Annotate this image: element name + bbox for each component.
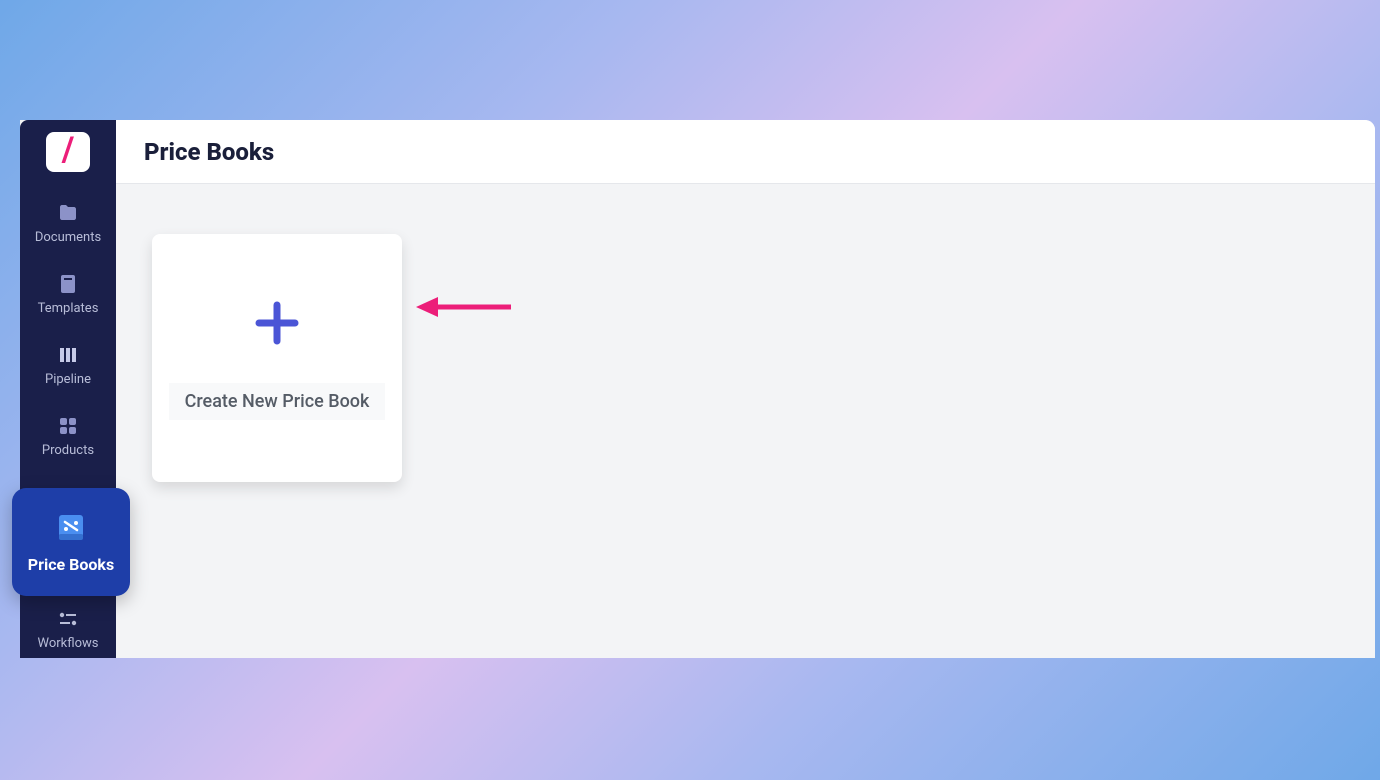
sidebar-item-templates[interactable]: Templates (28, 273, 108, 316)
page-header: Price Books (116, 120, 1375, 184)
create-price-book-card[interactable]: Create New Price Book (152, 234, 402, 482)
slash-icon: / (62, 130, 75, 170)
price-book-icon (54, 511, 88, 545)
sidebar-item-label: Documents (35, 230, 101, 245)
sidebar-item-products[interactable]: Products (28, 415, 108, 458)
app-logo[interactable]: / (46, 132, 90, 172)
sidebar-item-label: Products (42, 443, 94, 458)
sidebar-item-label: Pipeline (45, 372, 91, 387)
sidebar-item-workflows[interactable]: Workflows (28, 608, 108, 651)
plus-icon (251, 297, 303, 353)
template-icon (57, 273, 79, 295)
sidebar-item-pipeline[interactable]: Pipeline (28, 344, 108, 387)
annotation-arrow-icon (416, 292, 516, 326)
grid-icon (57, 415, 79, 437)
folder-icon (57, 202, 79, 224)
sidebar: / Documents Templates Pipeline Products (20, 120, 116, 658)
sidebar-item-label: Templates (38, 301, 99, 316)
workflow-icon (57, 608, 79, 630)
pipeline-icon (57, 344, 79, 366)
sidebar-item-price-books[interactable]: Price Books (12, 488, 130, 596)
create-card-label: Create New Price Book (169, 383, 386, 420)
sidebar-item-label: Workflows (37, 636, 98, 651)
sidebar-item-label: Price Books (28, 555, 114, 574)
content-area: Create New Price Book (116, 184, 1375, 658)
main-panel: Price Books Create New Price Book (116, 120, 1375, 658)
sidebar-item-documents[interactable]: Documents (28, 202, 108, 245)
app-window: / Documents Templates Pipeline Products (20, 120, 1375, 658)
page-title: Price Books (144, 138, 274, 166)
